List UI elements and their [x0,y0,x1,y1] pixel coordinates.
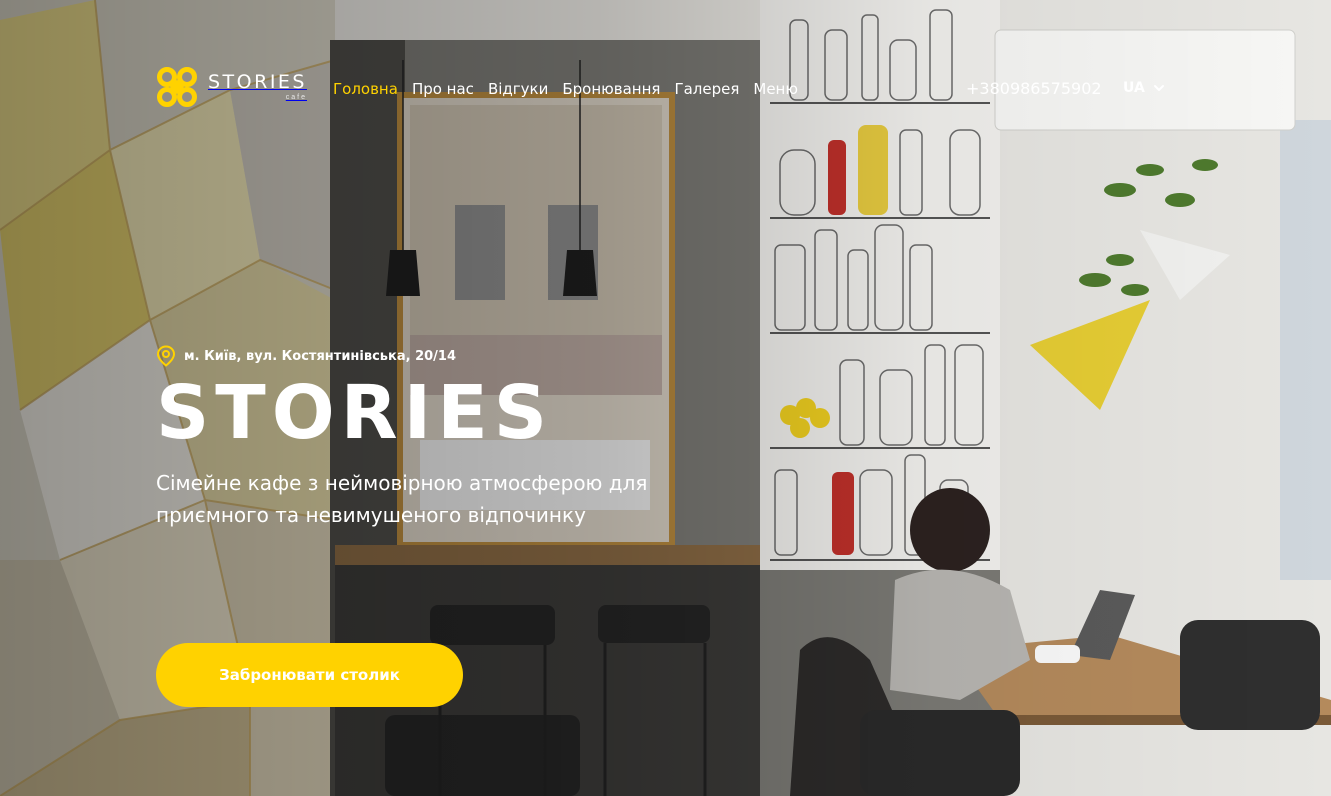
hero-content: м. Київ, вул. Костянтинівська, 20/14 STO… [156,345,676,531]
brand-name: STORIES [208,71,307,93]
nav-item-home[interactable]: Головна [333,80,398,98]
nav-item-about[interactable]: Про нас [412,80,474,98]
language-selector[interactable]: UA [1123,80,1165,96]
address-line: м. Київ, вул. Костянтинівська, 20/14 [156,345,676,367]
main-nav: Головна Про нас Відгуки Бронювання Галер… [333,80,798,98]
nav-item-booking[interactable]: Бронювання [562,80,660,98]
nav-item-reviews[interactable]: Відгуки [488,80,548,98]
brand-logo[interactable]: STORIES cafe [156,66,307,108]
nav-item-gallery[interactable]: Галерея [674,80,739,98]
clover-logo-icon [157,67,197,107]
language-label: UA [1123,80,1145,96]
site-header: STORIES cafe Головна Про нас Відгуки Бро… [0,0,1331,180]
phone-link[interactable]: +380986575902 [966,79,1102,98]
address-text: м. Київ, вул. Костянтинівська, 20/14 [184,348,457,364]
nav-item-menu[interactable]: Меню [753,80,798,98]
hero-title: STORIES [156,370,554,456]
hero-section: STORIES cafe Головна Про нас Відгуки Бро… [0,0,1331,796]
brand-subtitle: cafe [285,94,307,101]
hero-subtitle: Сімейне кафе з неймовірною атмосферою дл… [156,471,648,527]
chevron-down-icon [1153,85,1164,91]
location-pin-icon [156,345,176,367]
book-table-button[interactable]: Забронювати столик [156,643,463,707]
